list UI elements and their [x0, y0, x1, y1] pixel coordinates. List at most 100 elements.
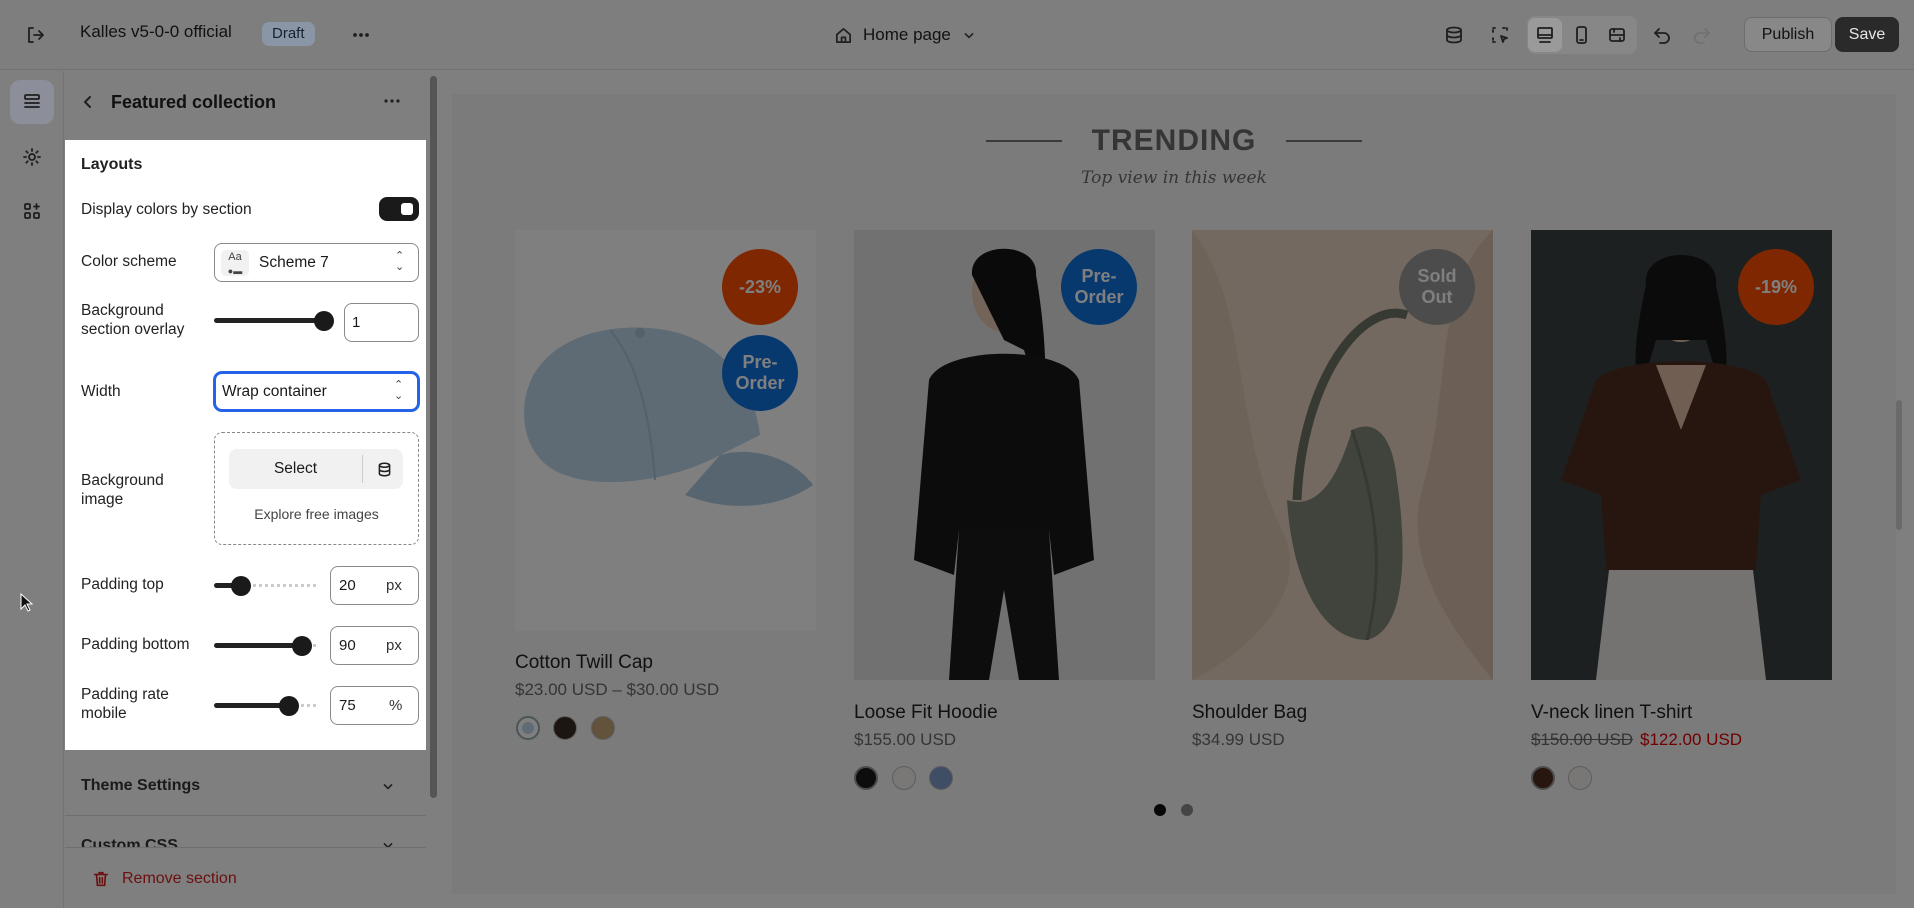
theme-settings-label: Theme Settings [81, 777, 201, 794]
padding-top-value: 20 [339, 577, 356, 594]
gear-icon[interactable] [10, 135, 54, 179]
width-label: Width [81, 383, 121, 400]
product-image-bag[interactable]: Sold Out [1192, 230, 1493, 680]
display-colors-label: Display colors by section [81, 201, 252, 218]
storage-icon[interactable] [1437, 18, 1471, 52]
page-selector[interactable]: Home page [834, 20, 977, 50]
product-name[interactable]: Cotton Twill Cap [515, 652, 653, 674]
divider [65, 847, 426, 848]
overlay-slider[interactable] [214, 318, 324, 323]
mobile-icon[interactable] [1564, 18, 1598, 52]
database-icon[interactable] [365, 449, 403, 489]
product-name[interactable]: Shoulder Bag [1192, 702, 1307, 724]
remove-section-button[interactable]: Remove section [92, 866, 237, 892]
save-button[interactable]: Save [1835, 17, 1899, 52]
back-arrow-icon[interactable] [78, 92, 100, 114]
store-preview: TRENDING Top view in this week -23% Pre-… [452, 94, 1896, 894]
display-colors-toggle[interactable] [379, 197, 419, 221]
redo-icon[interactable] [1685, 18, 1719, 52]
overlay-input-value: 1 [352, 314, 361, 331]
overlay-slider-handle[interactable] [314, 311, 334, 331]
exit-icon[interactable] [18, 18, 52, 52]
explore-images-link[interactable]: Explore free images [215, 506, 418, 522]
section-heading: TRENDING [1091, 124, 1257, 157]
discount-badge: -23% [722, 249, 798, 325]
desktop-icon[interactable] [1528, 18, 1562, 52]
padding-bottom-input[interactable]: 90 px [330, 626, 419, 665]
color-swatch-tan[interactable] [591, 716, 615, 740]
color-swatch-blue[interactable] [929, 766, 953, 790]
width-value: Wrap container [222, 383, 327, 400]
publish-button[interactable]: Publish [1744, 17, 1832, 52]
overlay-label: Background section overlay [81, 302, 185, 338]
apps-icon[interactable] [10, 189, 54, 233]
padding-bottom-value: 90 [339, 637, 356, 654]
cursor-icon [20, 593, 34, 612]
product-image-cap[interactable]: -23% Pre- Order [515, 230, 816, 631]
color-scheme-select[interactable]: Aa ●▬ Scheme 7 ⌃ ⌄ [214, 243, 419, 282]
select-image-button[interactable]: Select [229, 449, 362, 489]
store-name: Kalles v5-0-0 official [80, 22, 232, 41]
status-badge: Draft [262, 22, 315, 46]
preorder-badge: Pre- Order [722, 335, 798, 411]
color-scheme-label: Color scheme [81, 253, 177, 270]
padding-bottom-label: Padding bottom [81, 636, 190, 653]
padding-rate-unit: % [389, 697, 403, 714]
padding-top-input[interactable]: 20 px [330, 566, 419, 605]
carousel-dot[interactable] [1181, 804, 1193, 816]
padding-rate-value: 75 [339, 697, 356, 714]
carousel-dot-active[interactable] [1154, 804, 1166, 816]
color-swatch-light-blue[interactable] [516, 716, 540, 740]
width-select[interactable]: Wrap container ⌃ ⌄ [214, 372, 419, 411]
padding-rate-slider-handle[interactable] [279, 696, 299, 716]
divider [362, 455, 363, 483]
scheme-swatch: Aa ●▬ [221, 250, 249, 276]
chevron-down-icon [383, 783, 393, 790]
discount-badge: -19% [1738, 249, 1814, 325]
slider-track-empty [240, 584, 316, 587]
padding-top-slider-handle[interactable] [231, 576, 251, 596]
padding-rate-input[interactable]: 75 % [330, 686, 419, 725]
padding-bottom-slider-handle[interactable] [292, 636, 312, 656]
inspect-icon[interactable] [1483, 18, 1517, 52]
padding-bottom-unit: px [386, 637, 402, 654]
theme-settings-row[interactable]: Theme Settings [65, 766, 426, 816]
top-bar: Kalles v5-0-0 official Draft Home page P… [0, 0, 1914, 70]
product-price: $23.00 USD – $30.00 USD [515, 680, 720, 699]
product-name[interactable]: V-neck linen T-shirt [1531, 702, 1692, 724]
color-swatch-brown[interactable] [1531, 766, 1555, 790]
home-icon [835, 27, 852, 43]
remove-section-label: Remove section [122, 870, 237, 887]
page-selector-label: Home page [863, 25, 951, 44]
fullwidth-icon[interactable] [1600, 18, 1634, 52]
padding-top-label: Padding top [81, 576, 164, 593]
preview-scrollbar[interactable] [1896, 400, 1902, 530]
custom-css-row[interactable]: Custom CSS [65, 820, 426, 847]
product-old-price: $150.00 USD [1531, 730, 1634, 749]
soldout-badge: Sold Out [1399, 249, 1475, 325]
bg-image-dropzone[interactable]: Select Explore free images [214, 432, 419, 545]
preorder-badge: Pre- Order [1061, 249, 1137, 325]
more-icon[interactable] [344, 18, 378, 52]
product-image-tshirt[interactable]: -19% [1531, 230, 1832, 680]
toggle-knob [401, 203, 413, 215]
scheme-swatch-text: Aa [228, 251, 242, 263]
sidebar-scrollbar[interactable] [430, 76, 437, 798]
chevron-down-icon [383, 842, 393, 847]
product-image-hoodie[interactable]: Pre- Order [854, 230, 1155, 680]
section-more-icon[interactable] [382, 91, 408, 113]
color-swatch-dark[interactable] [553, 716, 577, 740]
section-title: Featured collection [111, 92, 277, 112]
color-swatch-black[interactable] [854, 766, 878, 790]
bg-image-label: Background image [81, 472, 164, 508]
undo-icon[interactable] [1645, 18, 1679, 52]
color-scheme-value: Scheme 7 [259, 254, 329, 271]
sections-icon[interactable] [10, 80, 54, 124]
chevron-down-icon [964, 32, 974, 39]
color-swatch-white[interactable] [1568, 766, 1592, 790]
product-name[interactable]: Loose Fit Hoodie [854, 702, 998, 724]
overlay-input[interactable]: 1 [344, 303, 419, 342]
color-swatch-white[interactable] [892, 766, 916, 790]
section-subheading: Top view in this week [1081, 168, 1267, 188]
padding-bottom-slider[interactable] [214, 643, 302, 648]
